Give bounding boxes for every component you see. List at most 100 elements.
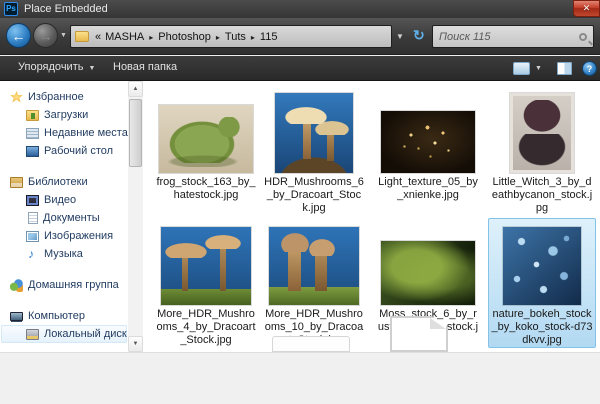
file-name: Light_texture_05_by_xnienke.jpg xyxy=(377,176,479,202)
file-item[interactable]: More_HDR_Mushrooms_4_by_Dracoart_Stock.j… xyxy=(152,218,260,348)
sidebar-item-label: Домашняя группа xyxy=(28,279,119,291)
downloads-icon xyxy=(26,110,39,121)
sidebar-item-label: Компьютер xyxy=(28,310,85,322)
documents-icon xyxy=(28,212,38,224)
thumbnail-image[interactable] xyxy=(510,93,574,173)
scroll-down-icon[interactable] xyxy=(128,336,143,352)
breadcrumb-separator-icon xyxy=(214,33,222,42)
close-button[interactable] xyxy=(573,0,600,17)
pictures-icon xyxy=(26,231,39,242)
computer-icon xyxy=(10,312,23,321)
command-bar: Упорядочить Новая папка xyxy=(0,56,600,81)
file-name: frog_stock_163_by_hatestock.jpg xyxy=(155,176,257,202)
thumbnail-wrap xyxy=(263,221,365,305)
breadcrumb: MASHA Photoshop Tuts 115 xyxy=(102,31,280,43)
refresh-icon[interactable] xyxy=(413,27,425,44)
organize-button[interactable]: Упорядочить xyxy=(18,61,95,73)
breadcrumb-item[interactable]: Tuts xyxy=(222,31,249,43)
breadcrumb-item[interactable]: Photoshop xyxy=(155,31,214,43)
recent-pages-dropdown-icon[interactable] xyxy=(60,32,67,39)
disk-icon xyxy=(26,329,39,340)
search-input[interactable]: Поиск 115 xyxy=(432,25,594,48)
music-icon xyxy=(26,249,39,260)
help-icon[interactable] xyxy=(582,61,597,76)
thumbnail-wrap xyxy=(491,89,593,173)
sidebar-item-label: Рабочий стол xyxy=(44,145,113,157)
sidebar-item[interactable]: Видео xyxy=(1,191,127,209)
scrollbar-thumb[interactable] xyxy=(129,99,142,167)
recent-places-icon xyxy=(26,128,39,139)
thumbnail-image[interactable] xyxy=(275,93,353,173)
search-placeholder: Поиск 115 xyxy=(439,31,579,43)
place-embedded-dialog: Ps Place Embedded « MASHA Photoshop Tuts 11… xyxy=(0,0,600,404)
address-dropdown-icon[interactable] xyxy=(396,32,404,41)
breadcrumb-item[interactable]: MASHA xyxy=(102,31,147,43)
file-name: Little_Witch_3_by_deathbycanon_stock.jpg xyxy=(491,176,593,215)
thumbnail-image[interactable] xyxy=(381,111,475,173)
change-view-icon[interactable] xyxy=(513,62,530,75)
search-icon xyxy=(579,33,587,41)
sidebar-item-label: Локальный диск xyxy=(44,328,127,340)
organize-label: Упорядочить xyxy=(18,61,83,73)
sidebar-item[interactable]: Недавние места xyxy=(1,124,127,142)
back-button[interactable] xyxy=(6,23,31,48)
sidebar-item[interactable]: Избранное xyxy=(1,88,127,106)
file-item[interactable]: More_HDR_Mushrooms_10_by_Dracoart_Stock.… xyxy=(260,218,368,348)
file-item[interactable]: frog_stock_163_by_hatestock.jpg xyxy=(152,86,260,216)
title-bar[interactable]: Ps Place Embedded xyxy=(0,0,600,18)
thumbnail-wrap xyxy=(377,221,479,305)
sidebar-item[interactable]: Документы xyxy=(1,209,127,227)
address-bar[interactable]: « MASHA Photoshop Tuts 115 xyxy=(70,25,392,48)
dialog-footer: Имя файла: nature_bokeh_stock_by_koko_st… xyxy=(0,352,600,404)
thumbnail-wrap xyxy=(491,221,593,305)
file-item[interactable]: HDR_Mushrooms_6_by_Dracoart_Stock.jpg xyxy=(260,86,368,216)
file-item[interactable]: Light_texture_05_by_xnienke.jpg xyxy=(374,86,482,216)
file-name: HDR_Mushrooms_6_by_Dracoart_Stock.jpg xyxy=(263,176,365,215)
scroll-up-icon[interactable] xyxy=(128,81,143,97)
thumbnail-image[interactable] xyxy=(269,227,359,305)
window-title: Place Embedded xyxy=(24,3,108,15)
thumbnail-image[interactable] xyxy=(161,227,251,305)
breadcrumb-separator-icon xyxy=(249,33,257,42)
sidebar-item-label: Библиотеки xyxy=(28,176,88,188)
sidebar-item[interactable]: Локальный диск xyxy=(1,325,127,343)
libraries-icon xyxy=(10,177,23,188)
thumbnail-wrap xyxy=(155,221,257,305)
sidebar-item[interactable]: Домашняя группа xyxy=(1,276,127,294)
file-name: More_HDR_Mushrooms_4_by_Dracoart_Stock.j… xyxy=(155,308,257,347)
file-name: nature_bokeh_stock_by_koko_stock-d73dkvv… xyxy=(491,308,593,347)
sidebar-item-label: Недавние места xyxy=(44,127,128,139)
forward-button[interactable] xyxy=(33,23,58,48)
star-icon xyxy=(10,91,23,103)
new-folder-button[interactable]: Новая папка xyxy=(113,61,177,73)
sidebar-item-label: Документы xyxy=(43,212,100,224)
sidebar-item[interactable]: Изображения xyxy=(1,227,127,245)
thumbnail-image[interactable] xyxy=(159,105,253,173)
sidebar-item[interactable]: Загрузки xyxy=(1,106,127,124)
partial-file-icon[interactable] xyxy=(390,316,448,352)
thumbnail-wrap xyxy=(263,89,365,173)
sidebar-item[interactable]: Библиотеки xyxy=(1,173,127,191)
partial-file-icon[interactable] xyxy=(272,336,350,352)
sidebar-scrollbar[interactable] xyxy=(128,81,143,352)
sidebar-item-label: Музыка xyxy=(44,248,83,260)
desktop-icon xyxy=(26,146,39,157)
thumbnail-image[interactable] xyxy=(503,227,581,305)
file-item[interactable]: Little_Witch_3_by_deathbycanon_stock.jpg xyxy=(488,86,596,216)
breadcrumb-overflow-chevrons[interactable]: « xyxy=(93,31,102,43)
sidebar-item[interactable]: Музыка xyxy=(1,245,127,263)
navigation-bar: « MASHA Photoshop Tuts 115 Поиск 115 xyxy=(0,18,600,55)
change-view-dropdown-icon[interactable] xyxy=(535,65,542,72)
thumbnail-wrap xyxy=(155,89,257,173)
sidebar-item[interactable]: Рабочий стол xyxy=(1,142,127,160)
breadcrumb-item[interactable]: 115 xyxy=(257,31,281,43)
sidebar-item-label: Избранное xyxy=(28,91,84,103)
sidebar-item-label: Изображения xyxy=(44,230,113,242)
file-item[interactable]: nature_bokeh_stock_by_koko_stock-d73dkvv… xyxy=(488,218,596,348)
homegroup-icon xyxy=(10,279,23,292)
photoshop-app-icon: Ps xyxy=(4,2,18,16)
preview-pane-icon[interactable] xyxy=(557,62,572,75)
video-icon xyxy=(26,195,39,206)
sidebar-item[interactable]: Компьютер xyxy=(1,307,127,325)
thumbnail-image[interactable] xyxy=(381,241,475,305)
